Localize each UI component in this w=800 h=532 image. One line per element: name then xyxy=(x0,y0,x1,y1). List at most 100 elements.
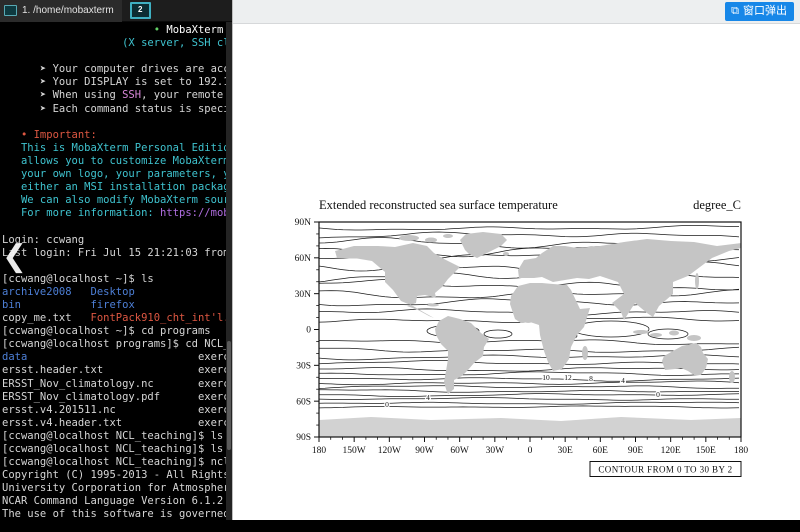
y-tick-label: 60N xyxy=(295,254,312,264)
terminal-text-segment xyxy=(2,129,21,141)
contour-line xyxy=(319,390,739,393)
terminal-line: [ccwang@localhost ~]$ cd programs xyxy=(2,325,226,338)
x-tick-label: 120W xyxy=(378,446,401,456)
terminal-line xyxy=(2,116,226,129)
terminal-line: copy_me.txt FontPack910_cht_int'l.exe xyxy=(2,312,226,325)
carousel-prev-chevron[interactable]: ❮ xyxy=(2,240,27,274)
terminal-text-segment: [ccwang@localhost ~]$ ls xyxy=(2,273,154,285)
island-japan xyxy=(695,273,699,289)
terminal-line: [ccwang@localhost ~]$ ls xyxy=(2,273,226,286)
monitor-2-tab-button[interactable]: 2 xyxy=(130,2,151,19)
terminal-text-segment: your own logo, your parameters, your wel… xyxy=(21,168,226,180)
terminal-text-segment: [ccwang@localhost NCL_teaching]$ ls xyxy=(2,430,223,442)
terminal-line: The use of this software is governed by … xyxy=(2,508,226,520)
plot-title: Extended reconstructed sea surface tempe… xyxy=(319,198,558,212)
terminal-text-segment xyxy=(72,312,91,324)
terminal-scrollbar-thumb[interactable] xyxy=(227,341,231,451)
terminal-text-segment: data xyxy=(2,351,27,363)
terminal-line: NCAR Command Language Version 6.1.2 xyxy=(2,495,226,508)
terminal-text-segment: (X server, SSH client and network tools) xyxy=(122,37,226,49)
terminal-text-segment: ersst.header.txt exercise_2.ncl xyxy=(2,364,226,376)
terminal-text-segment: ➤ Each command status is specified by a … xyxy=(2,103,226,115)
terminal-line: (X server, SSH client and network tools) xyxy=(2,37,226,50)
contour-value-label: 0 xyxy=(385,400,389,409)
terminal-tab-label: 1. /home/mobaxterm xyxy=(22,0,114,22)
terminal-text-segment xyxy=(2,181,21,193)
continent-greenland xyxy=(460,232,507,258)
x-tick-label: 150W xyxy=(343,446,366,456)
terminal-text-segment xyxy=(21,299,91,311)
contour-line xyxy=(319,406,739,408)
terminal-line: ersst.header.txt exercise_2.ncl xyxy=(2,364,226,377)
terminal-text-segment xyxy=(72,286,91,298)
island-sumatra xyxy=(633,330,649,334)
terminal-text-segment: NCAR Command Language Version 6.1.2 xyxy=(2,495,223,507)
terminal-text-segment: exercise_1.ncl xyxy=(198,351,226,363)
y-tick-label: 30N xyxy=(295,290,312,300)
contour-line xyxy=(319,232,739,238)
terminal-text-segment xyxy=(2,168,21,180)
y-tick-label: 90S xyxy=(296,433,311,443)
contour-value-label: 8 xyxy=(589,374,593,383)
terminal-text-segment: ersst.v4.201511.nc exercise_5.ncl xyxy=(2,404,226,416)
island-madagascar xyxy=(582,346,588,360)
x-tick-label: 30E xyxy=(558,446,574,456)
continent-north-america xyxy=(335,243,460,320)
y-tick-label: 90N xyxy=(295,218,312,228)
x-tick-label: 30W xyxy=(486,446,505,456)
terminal-text-segment: Desktop xyxy=(91,286,135,298)
terminal-line: ERSST_Nov_climatology.nc exercise_3.ncl xyxy=(2,378,226,391)
contour-value-label: 4 xyxy=(426,393,430,402)
contour-line xyxy=(319,394,739,397)
terminal-text-segment: • Important: xyxy=(21,129,97,141)
terminal-tab-icon xyxy=(4,5,17,16)
contour-line xyxy=(319,381,739,385)
terminal-line: allows you to customize MobaXterm for yo… xyxy=(2,155,226,168)
terminal-tab-active[interactable]: 1. /home/mobaxterm xyxy=(0,0,122,22)
terminal-scrollbar[interactable] xyxy=(226,22,232,520)
terminal-text-segment: This is MobaXterm Personal Edition. The … xyxy=(21,142,226,154)
terminal-line: [ccwang@localhost NCL_teaching]$ ls xyxy=(2,430,226,443)
y-tick-label: 30S xyxy=(296,362,311,372)
island-cuba xyxy=(427,304,439,307)
terminal-text-segment xyxy=(27,351,198,363)
island-new-zealand xyxy=(729,371,735,383)
terminal-text-segment xyxy=(2,37,122,49)
terminal-line: We can also modify MobaXterm sources for… xyxy=(2,194,226,207)
terminal-text-segment: https://mobaxterm.mobatek.net xyxy=(160,207,226,219)
terminal-line: ➤ Your DISPLAY is set to 192.168.239.1:0… xyxy=(2,76,226,89)
terminal-text-segment: ➤ When using xyxy=(2,89,122,101)
terminal-text-segment: University Corporation for Atmospheric R… xyxy=(2,482,226,494)
contour-value-label: 12 xyxy=(564,373,572,382)
terminal-text-segment: [ccwang@localhost programs]$ cd NCL_teac… xyxy=(2,338,226,350)
terminal-text-segment xyxy=(2,142,21,154)
terminal-line: [ccwang@localhost NCL_teaching]$ ncl xyxy=(2,456,226,469)
terminal-text-segment: , your remote DISPLAY is forwarded xyxy=(141,89,226,101)
x-tick-label: 150E xyxy=(696,446,716,456)
terminal-line: archive2008 Desktop xyxy=(2,286,226,299)
terminal-line: • Important: xyxy=(2,129,226,142)
x-tick-label: 180 xyxy=(312,446,327,456)
popup-window-icon: ⧉ xyxy=(731,6,739,17)
terminal-line: ERSST_Nov_climatology.pdf exercise_4.ncl xyxy=(2,391,226,404)
terminal-text-segment: copy_me.txt xyxy=(2,312,72,324)
terminal-line: ➤ When using SSH, your remote DISPLAY is… xyxy=(2,89,226,102)
x-tick-label: 60W xyxy=(450,446,469,456)
letterbox-bottom-bar xyxy=(0,520,800,532)
terminal-line: Last login: Fri Jul 15 21:21:03 from 192… xyxy=(2,247,226,260)
contour-note-box: CONTOUR FROM 0 TO 30 BY 2 xyxy=(590,462,741,477)
y-tick-label: 0 xyxy=(306,326,311,336)
popup-window-button[interactable]: ⧉ 窗口弹出 xyxy=(725,2,794,21)
terminal-output[interactable]: • MobaXterm 10.5 • (X server, SSH client… xyxy=(0,22,226,520)
contour-line xyxy=(319,402,739,404)
monitor-2-badge: 2 xyxy=(138,5,142,14)
island-iceland xyxy=(503,252,509,256)
terminal-line: bin firefox xyxy=(2,299,226,312)
terminal-line: ➤ Each command status is specified by a … xyxy=(2,103,226,116)
contour-note-text: CONTOUR FROM 0 TO 30 BY 2 xyxy=(598,465,732,475)
terminal-line: ersst.v4.201511.nc exercise_5.ncl xyxy=(2,404,226,417)
terminal-text-segment: [ccwang@localhost NCL_teaching]$ ls xyxy=(2,443,223,455)
terminal-line: University Corporation for Atmospheric R… xyxy=(2,482,226,495)
terminal-line: This is MobaXterm Personal Edition. The … xyxy=(2,142,226,155)
continent-australia xyxy=(662,343,708,375)
